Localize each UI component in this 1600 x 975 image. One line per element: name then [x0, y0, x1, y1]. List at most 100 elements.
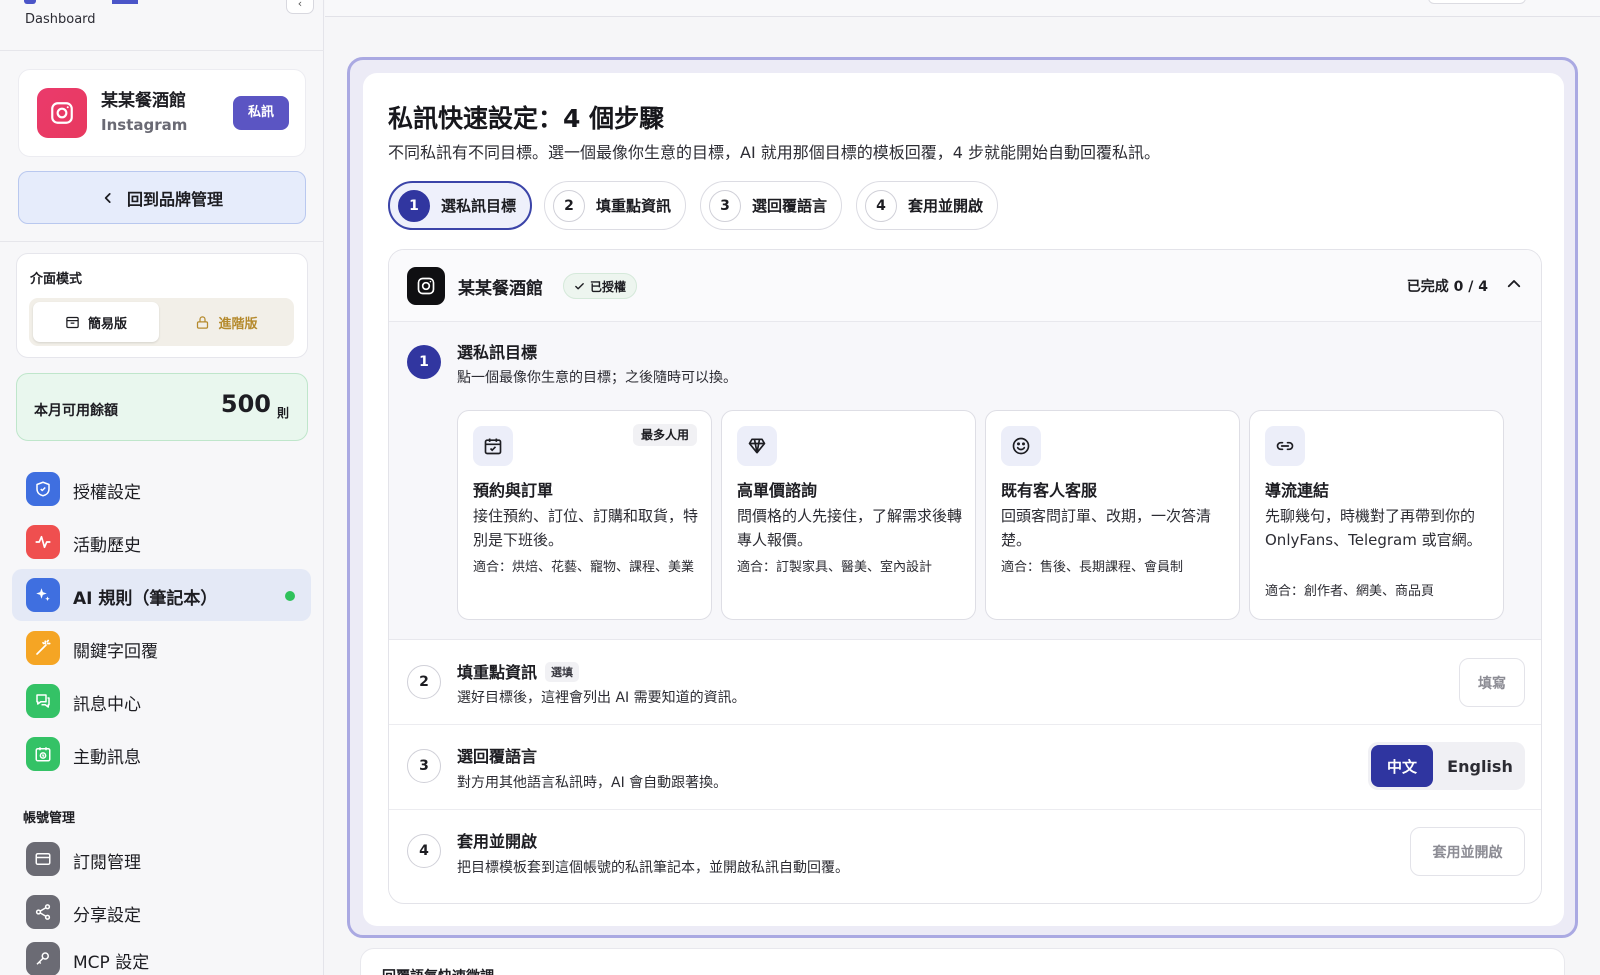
step-number: 1: [398, 189, 430, 222]
tone-adjust-card: 回覆語氣快速微調: [360, 948, 1565, 975]
setup-panel: 某某餐酒館 已授權 已完成 0 / 4 1 選私訊目標 點一個最像你生意的目標；…: [388, 249, 1542, 904]
sidebar-item-activity-history[interactable]: 活動歷史: [12, 516, 311, 568]
mode-advanced-label: 進階版: [218, 316, 258, 332]
step-tab-label: 選私訊目標: [441, 197, 517, 215]
step3-row: 3 選回覆語言 對方用其他語言私訊時，AI 會自動跟著換。 中文 English: [389, 725, 1541, 810]
step1-title: 選私訊目標: [457, 343, 538, 362]
sidebar-header: Dashboard ‹: [0, 0, 324, 51]
sidebar-item-label: 主動訊息: [73, 748, 141, 768]
top-bar-button[interactable]: [1428, 0, 1526, 4]
step1-section: 1 選私訊目標 點一個最像你生意的目標；之後隨時可以換。 最多人用 預約與訂單 …: [389, 322, 1541, 640]
step4-number: 4: [407, 834, 441, 868]
back-button-label: 回到品牌管理: [126, 189, 223, 209]
step1-number: 1: [407, 345, 441, 379]
goal-title: 既有客人客服: [1001, 481, 1098, 500]
language-en-button[interactable]: English: [1438, 745, 1522, 787]
step4-description: 把目標模板套到這個帳號的私訊筆記本，並開啟私訊自動回覆。: [457, 860, 849, 876]
goal-fit: 適合：售後、長期課程、會員制: [1001, 560, 1184, 575]
quota-unit: 則: [276, 406, 289, 420]
step-tab-3[interactable]: 3 選回覆語言: [700, 181, 843, 230]
step-tab-2[interactable]: 2 填重點資訊: [544, 181, 687, 230]
diamond-icon: [737, 426, 777, 466]
sidebar-item-label: 授權設定: [73, 483, 141, 503]
apply-and-enable-button[interactable]: 套用並開啟: [1410, 827, 1525, 876]
sidebar-item-label: AI 規則（筆記本）: [73, 589, 218, 609]
sidebar-item-label: 訂閱管理: [73, 853, 141, 873]
panel-header[interactable]: 某某餐酒館 已授權 已完成 0 / 4: [389, 250, 1541, 322]
language-toggle: 中文 English: [1368, 742, 1525, 790]
interface-mode-card: 介面模式 簡易版 進階版: [16, 253, 308, 358]
quota-value: 500: [220, 390, 271, 418]
sparkles-icon: [26, 578, 60, 612]
lock-icon: [197, 315, 209, 329]
brand-card[interactable]: 某某餐酒館 Instagram 私訊: [18, 69, 306, 157]
goal-description: 接住預約、訂位、訂購和取貨，特別是下班後。: [473, 507, 699, 549]
language-zh-button[interactable]: 中文: [1371, 745, 1433, 787]
step-number: 2: [553, 189, 585, 222]
goal-card-high-value[interactable]: 高單價諮詢 問價格的人先接住，了解需求後轉專人報價。 適合：訂製家具、醫美、室內…: [721, 410, 976, 620]
sidebar-item-authorization[interactable]: 授權設定: [12, 463, 311, 515]
chevron-up-icon[interactable]: [1505, 275, 1523, 293]
step2-title-wrap: 填重點資訊 選填: [457, 659, 580, 683]
step-tab-label: 選回覆語言: [752, 197, 828, 215]
mode-simple-label: 簡易版: [87, 316, 127, 332]
chevron-left-icon: [104, 192, 111, 203]
step4-title: 套用並開啟: [457, 832, 538, 851]
check-icon: [575, 282, 584, 289]
smile-icon: [1001, 426, 1041, 466]
goal-description: 回頭客問訂單、改期，一次答清楚。: [1001, 507, 1212, 549]
sidebar-item-message-center[interactable]: 訊息中心: [12, 675, 311, 727]
goal-description: 先聊幾句，時機對了再帶到你的 OnlyFans、Telegram 或官網。: [1265, 507, 1482, 549]
collapse-sidebar-button[interactable]: ‹: [286, 0, 314, 14]
magic-wand-icon: [26, 631, 60, 665]
back-to-brand-button[interactable]: 回到品牌管理: [18, 171, 306, 224]
sidebar-item-proactive-message[interactable]: 主動訊息: [12, 728, 311, 780]
mode-simple-button[interactable]: 簡易版: [33, 302, 159, 342]
step-tab-4[interactable]: 4 套用並開啟: [856, 181, 999, 230]
sidebar-item-keyword-reply[interactable]: 關鍵字回覆: [12, 622, 311, 674]
step3-title: 選回覆語言: [457, 747, 538, 766]
step3-description: 對方用其他語言私訊時，AI 會自動跟著換。: [457, 775, 728, 791]
interface-mode-toggle: 簡易版 進階版: [29, 298, 294, 346]
sidebar: Dashboard ‹ 某某餐酒館 Instagram 私訊 回到品牌管理 介面…: [0, 0, 324, 975]
step4-row: 4 套用並開啟 把目標模板套到這個帳號的私訊筆記本，並開啟私訊自動回覆。 套用並…: [389, 810, 1541, 895]
popular-tag: 最多人用: [632, 424, 697, 446]
sidebar-item-ai-rules[interactable]: AI 規則（筆記本）: [12, 569, 311, 621]
optional-tag: 選填: [545, 662, 580, 682]
share-icon: [26, 895, 60, 929]
account-section-title: 帳號管理: [23, 811, 76, 826]
goal-card-customer-service[interactable]: 既有客人客服 回頭客問訂單、改期，一次答清楚。 適合：售後、長期課程、會員制: [985, 410, 1240, 620]
panel-account-name: 某某餐酒館: [458, 279, 543, 299]
goal-card-link-traffic[interactable]: 導流連結 先聊幾句，時機對了再帶到你的 OnlyFans、Telegram 或官…: [1249, 410, 1504, 620]
step2-number: 2: [407, 665, 441, 699]
quota-label: 本月可用餘額: [34, 403, 118, 419]
step-tab-label: 填重點資訊: [596, 197, 672, 215]
status-dot: [285, 591, 295, 601]
goal-title: 預約與訂單: [473, 481, 554, 500]
sidebar-item-label: 活動歷史: [73, 536, 141, 556]
step-tab-1[interactable]: 1 選私訊目標: [388, 181, 533, 230]
shield-icon: [26, 472, 60, 506]
sidebar-item-mcp-settings[interactable]: MCP 設定: [12, 933, 311, 975]
logo-mark: [24, 0, 36, 4]
calendar-check-icon: [473, 426, 513, 466]
quick-setup-card: 私訊快速設定：4 個步驟 不同私訊有不同目標。選一個最像你生意的目標，AI 就用…: [363, 73, 1564, 926]
step2-title: 填重點資訊: [457, 663, 538, 682]
calendar-clock-icon: [26, 737, 60, 771]
page-title: 私訊快速設定：4 個步驟: [388, 104, 665, 133]
brand-platform: Instagram: [101, 116, 188, 134]
sidebar-item-share-settings[interactable]: 分享設定: [12, 886, 311, 938]
credit-card-icon: [26, 842, 60, 876]
brand-name: 某某餐酒館: [101, 91, 186, 111]
archive-icon: [66, 316, 79, 328]
step2-row: 2 填重點資訊 選填 選好目標後，這裡會列出 AI 需要知道的資訊。 填寫: [389, 640, 1541, 725]
page-description: 不同私訊有不同目標。選一個最像你生意的目標，AI 就用那個目標的模板回覆，4 步…: [388, 143, 1161, 162]
step-number: 3: [709, 189, 741, 222]
goal-fit: 適合：創作者、網美、商品頁: [1265, 584, 1435, 599]
goal-title: 導流連結: [1265, 481, 1330, 500]
goal-title: 高單價諮詢: [737, 481, 818, 500]
fill-info-button[interactable]: 填寫: [1459, 658, 1525, 707]
goal-card-booking[interactable]: 最多人用 預約與訂單 接住預約、訂位、訂購和取貨，特別是下班後。 適合：烘焙、花…: [457, 410, 712, 620]
mode-advanced-button[interactable]: 進階版: [163, 302, 290, 342]
sidebar-item-subscription[interactable]: 訂閱管理: [12, 833, 311, 885]
